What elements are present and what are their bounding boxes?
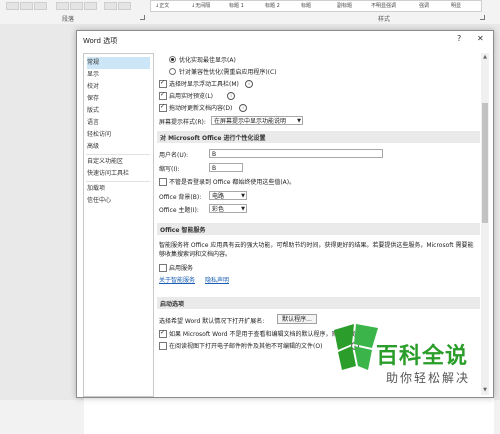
nav-item-advanced[interactable]: 高级 <box>87 141 150 153</box>
radio-label: 优化实现最佳显示(A) <box>179 57 236 64</box>
scroll-thumb[interactable] <box>482 103 488 223</box>
office-theme-label: Office 主题(I): <box>159 207 199 214</box>
checkbox-label: 不管是否登录到 Office 都始终使用这些值(A)。 <box>169 179 296 186</box>
ribbon-swatch-icon <box>104 2 117 10</box>
style-item[interactable]: 副标题 <box>337 2 352 9</box>
info-icon: i <box>227 92 235 100</box>
privacy-statement-link[interactable]: 隐私声明 <box>205 275 229 284</box>
info-icon: i <box>239 104 247 112</box>
watermark-title: 百科全说 <box>376 344 469 369</box>
checkbox-always-use[interactable] <box>159 178 167 186</box>
radio-optimize-compat[interactable] <box>169 68 176 75</box>
section-header-startup: 启动选项 <box>157 297 480 309</box>
vertical-scrollbar[interactable]: ▲ ▼ <box>481 53 489 395</box>
ribbon-swatch-icon <box>84 2 97 10</box>
default-programs-button[interactable]: 默认程序... <box>277 314 317 324</box>
scroll-up-icon[interactable]: ▲ <box>482 54 488 60</box>
ribbon-swatch-icon <box>118 2 131 10</box>
initials-field[interactable]: B <box>209 163 243 172</box>
screentip-value: 在屏幕提示中显示功能说明 <box>214 118 287 125</box>
checkbox-update-content[interactable] <box>159 103 167 112</box>
checkbox-label: 选择时显示浮动工具栏(M) <box>169 81 239 88</box>
style-item[interactable]: 标题 1 <box>229 2 244 9</box>
ribbon-group-label: 段落 <box>62 16 75 23</box>
checkbox-label: 拖动时更新文档内容(D) <box>169 105 233 112</box>
ribbon-group-label: 样式 <box>378 16 391 23</box>
office-theme-value: 彩色 <box>212 206 225 213</box>
nav-item-general[interactable]: 常规 <box>87 57 150 69</box>
ribbon-swatch-icon <box>34 2 47 10</box>
style-item[interactable]: ↓无间隔 <box>191 2 210 9</box>
username-field[interactable]: B <box>209 149 383 158</box>
ribbon-swatch-icon <box>20 2 33 10</box>
close-button[interactable]: ✕ <box>477 34 484 43</box>
dialog-launcher-icon[interactable] <box>140 15 145 20</box>
nav-item-proofing[interactable]: 校对 <box>87 81 150 93</box>
style-item[interactable]: 标题 2 <box>265 2 280 9</box>
ribbon-swatch-icon <box>56 2 69 10</box>
nav-divider <box>86 181 150 182</box>
office-theme-select[interactable]: 彩色 ▼ <box>209 204 247 213</box>
office-background-select[interactable]: 电路 ▼ <box>209 191 247 200</box>
checkbox-tell-me-default[interactable] <box>159 329 167 338</box>
dialog-launcher-icon[interactable] <box>480 15 485 20</box>
screentip-select[interactable]: 在屏幕提示中显示功能说明 ▼ <box>211 116 303 125</box>
section-title: Office 智能服务 <box>160 227 206 234</box>
screentip-label: 屏幕提示样式(R): <box>159 119 206 126</box>
section-title: 对 Microsoft Office 进行个性化设置 <box>160 135 266 142</box>
checkbox-enable-services[interactable] <box>159 264 167 272</box>
checkbox-label: 启用实时预览(L) <box>169 93 214 100</box>
username-label: 用户名(U): <box>159 152 189 159</box>
office-background-value: 电路 <box>212 193 225 200</box>
dialog-title: Word 选项 <box>83 37 118 45</box>
section-header-intelligent: Office 智能服务 <box>157 223 480 235</box>
section-title: 启动选项 <box>160 301 185 308</box>
nav-item-addins[interactable]: 加载项 <box>87 183 150 195</box>
nav-item-layout[interactable]: 版式 <box>87 105 150 117</box>
info-icon: i <box>245 80 253 88</box>
styles-gallery[interactable]: ↓正文 ↓无间隔 标题 1 标题 2 标题 副标题 不明显强调 强调 明显 <box>150 0 482 12</box>
watermark-subtitle: 助你轻松解决 <box>386 371 471 385</box>
chevron-down-icon: ▼ <box>241 206 245 212</box>
initials-label: 缩写(I): <box>159 166 180 173</box>
style-item[interactable]: 不明显强调 <box>371 2 396 9</box>
style-item[interactable]: 明显 <box>451 2 461 9</box>
ribbon-swatch-icon <box>6 2 19 10</box>
chevron-down-icon: ▼ <box>241 193 245 199</box>
style-item[interactable]: ↓正文 <box>155 2 169 9</box>
help-button[interactable]: ? <box>457 34 461 43</box>
style-item[interactable]: 标题 <box>301 2 311 9</box>
nav-item-customize-ribbon[interactable]: 自定义功能区 <box>87 156 150 168</box>
checkbox-mini-toolbar[interactable] <box>159 79 167 88</box>
nav-item-display[interactable]: 显示 <box>87 69 150 81</box>
style-item[interactable]: 强调 <box>419 2 429 9</box>
checkbox-label: 在阅读视图下打开电子邮件附件及其他不可编辑的文件(O) <box>169 343 323 350</box>
options-nav: 常规 显示 校对 保存 版式 语言 轻松访问 高级 自定义功能区 快速访问工具栏… <box>83 53 154 397</box>
checkbox-live-preview[interactable] <box>159 91 167 100</box>
checkbox-label: 启用服务 <box>169 265 194 272</box>
nav-item-trust-center[interactable]: 信任中心 <box>87 195 150 207</box>
radio-optimize-display[interactable] <box>169 56 176 63</box>
checkbox-open-reading-view[interactable] <box>159 342 167 350</box>
scroll-down-icon[interactable]: ▼ <box>482 387 488 393</box>
nav-divider <box>86 154 150 155</box>
ribbon-swatch-icon <box>70 2 83 10</box>
default-program-label: 选择希望 Word 默认情况下打开扩展名: <box>159 318 265 325</box>
nav-item-accessibility[interactable]: 轻松访问 <box>87 129 150 141</box>
word-ribbon: ↓正文 ↓无间隔 标题 1 标题 2 标题 副标题 不明显强调 强调 明显 段落… <box>0 0 500 25</box>
about-services-link[interactable]: 关于智能服务 <box>159 275 195 284</box>
nav-item-save[interactable]: 保存 <box>87 93 150 105</box>
section-header-personalize: 对 Microsoft Office 进行个性化设置 <box>157 131 480 143</box>
office-background-label: Office 背景(B): <box>159 194 202 201</box>
nav-item-language[interactable]: 语言 <box>87 117 150 129</box>
nav-item-quick-access[interactable]: 快速访问工具栏 <box>87 168 150 180</box>
radio-label: 针对兼容性优化(需重启应用程序)(C) <box>179 69 277 76</box>
intelligent-description: 智能服务将 Office 应用具有云的强大功能，可帮助节约时间，获得更好的结果。… <box>159 242 474 258</box>
chevron-down-icon: ▼ <box>297 118 301 124</box>
